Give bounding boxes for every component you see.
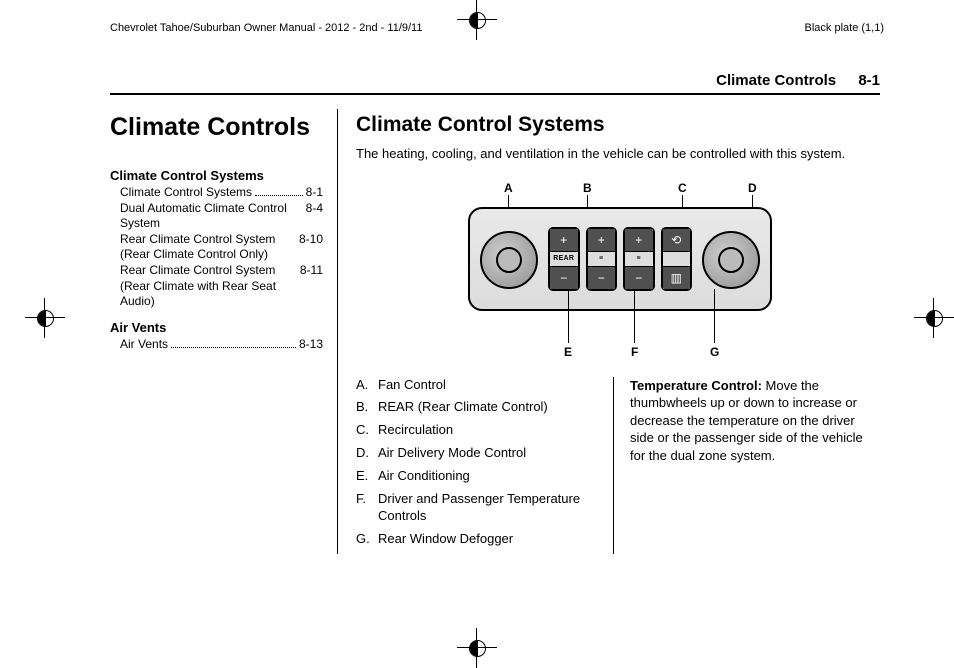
crop-mark-top <box>417 0 537 42</box>
callout-a: A <box>504 181 513 195</box>
crop-mark-right <box>914 298 954 338</box>
toc-item: Climate Control Systems 8-1 <box>110 185 323 201</box>
passenger-temp-wheel: +≡− <box>623 227 655 291</box>
toc-item: Rear Climate Control System (Rear Climat… <box>110 263 323 310</box>
callout-e: E <box>564 345 572 359</box>
recirc-button: ⟲ ▥ <box>661 227 693 291</box>
temperature-paragraph: Temperature Control: Move the thumbwheel… <box>614 377 880 554</box>
intro-text: The heating, cooling, and ventilation in… <box>356 145 880 163</box>
legend-item: B.REAR (Rear Climate Control) <box>356 399 599 416</box>
climate-panel: + REAR − +≡− +≡− ⟲ ▥ <box>468 207 772 311</box>
toc-heading-2: Air Vents <box>110 320 323 335</box>
rear-button: + REAR − <box>548 227 580 291</box>
fan-dial <box>480 231 538 289</box>
legend-item: D.Air Delivery Mode Control <box>356 445 599 462</box>
callout-c: C <box>678 181 687 195</box>
legend-item: G.Rear Window Defogger <box>356 531 599 548</box>
paragraph-lead: Temperature Control: <box>630 378 762 393</box>
legend-item: C.Recirculation <box>356 422 599 439</box>
callout-b: B <box>583 181 592 195</box>
crop-mark-bottom <box>457 628 497 668</box>
callout-g: G <box>710 345 719 359</box>
legend-item: E.Air Conditioning <box>356 468 599 485</box>
header-rule <box>110 93 880 95</box>
driver-temp-wheel: +≡− <box>586 227 618 291</box>
figure-legend: A.Fan Control B.REAR (Rear Climate Contr… <box>356 377 599 548</box>
chapter-title: Climate Controls <box>110 113 323 142</box>
mode-dial <box>702 231 760 289</box>
toc-item: Air Vents 8-13 <box>110 337 323 353</box>
toc-item: Dual Automatic Climate Control System 8-… <box>110 201 323 232</box>
running-page: 8-1 <box>858 72 880 89</box>
callout-f: F <box>631 345 638 359</box>
legend-item: F.Driver and Passenger Temperature Contr… <box>356 491 599 525</box>
callout-d: D <box>748 181 757 195</box>
running-section: Climate Controls <box>716 72 836 89</box>
toc-item: Rear Climate Control System (Rear Climat… <box>110 232 323 263</box>
section-title: Climate Control Systems <box>356 113 880 137</box>
plate-info: Black plate (1,1) <box>805 22 884 34</box>
crop-mark-left <box>25 298 65 338</box>
toc-heading-1: Climate Control Systems <box>110 168 323 183</box>
print-header: Chevrolet Tahoe/Suburban Owner Manual - … <box>110 22 884 34</box>
doc-title: Chevrolet Tahoe/Suburban Owner Manual - … <box>110 22 422 34</box>
legend-item: A.Fan Control <box>356 377 599 394</box>
climate-control-figure: A B C D + REAR − <box>418 177 818 367</box>
toc: Climate Control Systems Climate Control … <box>110 168 323 352</box>
running-head: Climate Controls 8-1 <box>110 72 880 93</box>
